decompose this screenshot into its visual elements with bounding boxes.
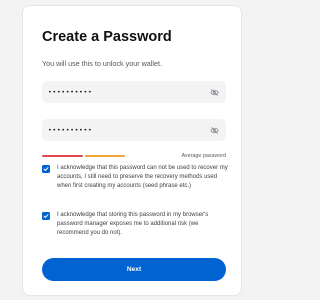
page-subtitle: You will use this to unlock your wallet. [42,59,162,68]
acknowledge-browser-storage-row[interactable]: I acknowledge that storing this password… [42,211,228,238]
acknowledge-recovery-text: I acknowledge that this password can not… [57,165,228,189]
next-button[interactable]: Next [42,258,226,281]
strength-bar-segment-2 [85,155,125,157]
create-password-card: Create a Password You will use this to u… [22,5,242,296]
checkmark-icon [43,167,49,171]
strength-label: Average password [181,153,226,159]
eye-off-icon[interactable] [209,125,220,136]
confirm-password-input[interactable] [48,126,209,134]
password-input[interactable] [48,88,209,96]
page-title: Create a Password [42,29,172,45]
acknowledge-browser-storage-checkbox[interactable] [42,212,50,220]
eye-off-icon[interactable] [209,87,220,98]
strength-bar-segment-1 [42,155,83,157]
password-field[interactable] [42,81,226,103]
acknowledge-recovery-checkbox[interactable] [42,165,50,173]
checkmark-icon [43,214,49,218]
confirm-password-field[interactable] [42,119,226,141]
acknowledge-browser-storage-text: I acknowledge that storing this password… [57,212,209,236]
password-strength-meter: Average password [42,153,226,163]
acknowledge-recovery-row[interactable]: I acknowledge that this password can not… [42,164,228,191]
